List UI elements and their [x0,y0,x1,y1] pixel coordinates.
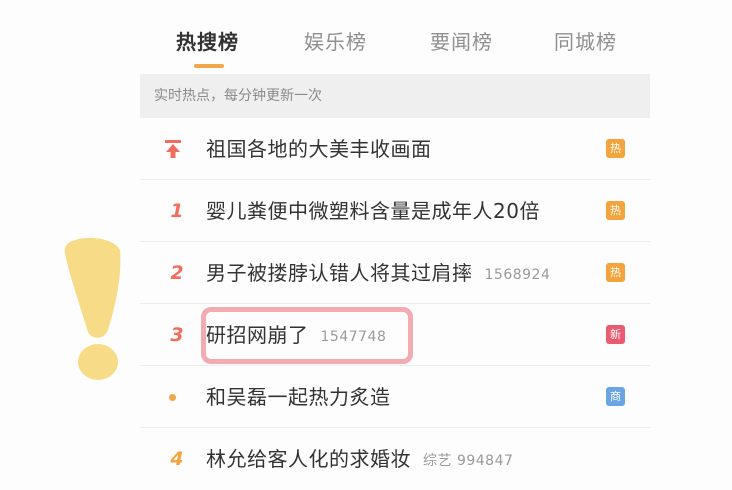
hot-badge: 热 [606,139,625,158]
list-item[interactable]: 祖国各地的大美丰收画面 热 [140,118,650,180]
exclamation-mark-icon [64,237,121,380]
list-item-title: 和吴磊一起热力炙造 [206,385,391,409]
tab-bar: 热搜榜 娱乐榜 要闻榜 同城榜 [150,26,650,72]
active-tab-indicator [194,64,224,68]
list-item[interactable]: 4 林允给客人化的求婚妆 综艺 994847 [140,428,650,490]
rank-number: 2 [170,262,184,284]
hot-list: 实时热点，每分钟更新一次 祖国各地的大美丰收画面 热 1 婴儿粪便中微塑料含量是… [140,74,650,490]
rank-number: 1 [170,200,184,222]
highlight-circle [201,307,413,364]
list-item-title: 男子被搂脖认错人将其过肩摔 1568924 [206,242,550,304]
heat-count: 1568924 [484,267,551,283]
list-item-title: 林允给客人化的求婚妆 综艺 994847 [206,428,513,490]
tab-entertainment[interactable]: 娱乐榜 [304,26,367,55]
list-item-title: 婴儿粪便中微塑料含量是成年人20倍 [206,199,540,223]
hot-badge: 热 [606,201,625,220]
hot-search-panel: 热搜榜 娱乐榜 要闻榜 同城榜 实时热点，每分钟更新一次 祖国各地的大美丰收画面… [0,0,732,490]
list-item-title: 祖国各地的大美丰收画面 [206,137,432,161]
promoted-badge: 商 [606,387,625,406]
list-item[interactable]: 1 婴儿粪便中微塑料含量是成年人20倍 热 [140,180,650,242]
rank-number: 3 [170,324,184,346]
heat-count: 综艺 994847 [423,453,514,469]
list-item[interactable]: 2 男子被搂脖认错人将其过肩摔 1568924 热 [140,242,650,304]
list-item[interactable]: 和吴磊一起热力炙造 商 [140,366,650,428]
hot-badge: 热 [606,263,625,282]
dot-icon [169,394,176,401]
tab-news[interactable]: 要闻榜 [430,26,493,55]
list-subheader: 实时热点，每分钟更新一次 [140,74,650,118]
pin-top-icon [165,140,181,158]
tab-hot-search[interactable]: 热搜榜 [176,26,239,55]
rank-number: 4 [170,448,184,470]
new-badge: 新 [606,325,625,344]
tab-local[interactable]: 同城榜 [554,26,617,55]
